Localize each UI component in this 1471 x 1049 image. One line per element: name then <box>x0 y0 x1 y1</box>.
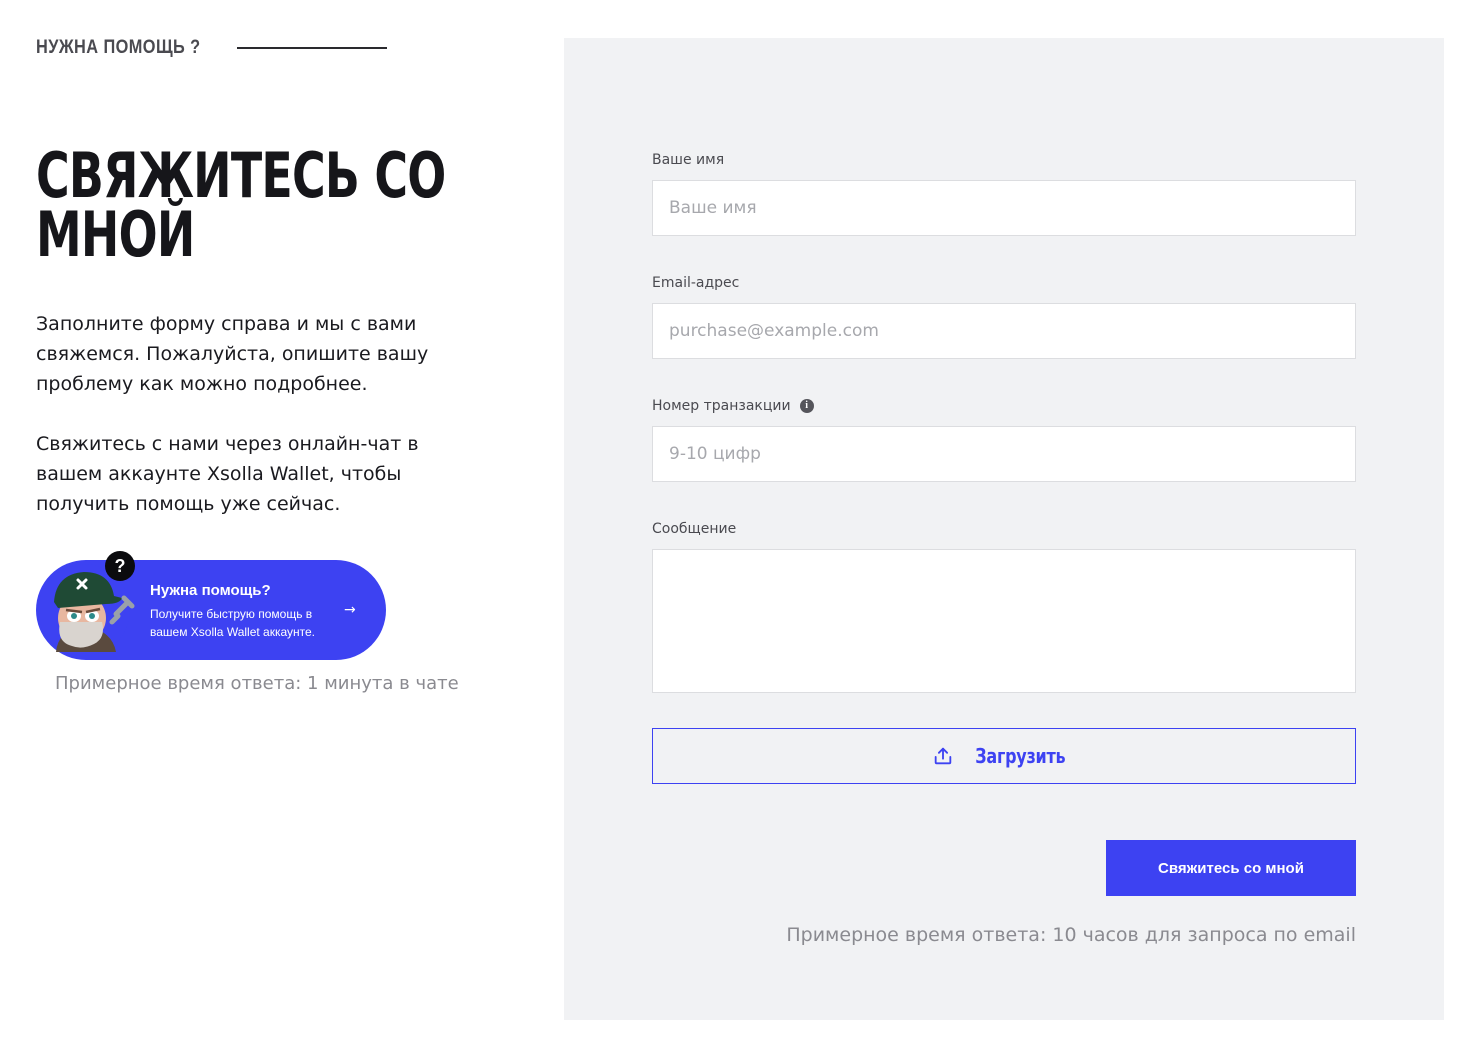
upload-icon <box>934 747 951 765</box>
email-label: Email-адрес <box>652 274 739 292</box>
help-badge-icon: ? <box>105 551 135 581</box>
message-label-text: Сообщение <box>652 521 737 537</box>
upload-button-label: Загрузить <box>974 744 1066 768</box>
name-label-text: Ваше имя <box>652 152 725 168</box>
email-input[interactable] <box>652 303 1356 359</box>
intro-text: Заполните форму справа и мы с вами свяже… <box>36 309 486 519</box>
email-response-time: Примерное время ответа: 10 часов для зап… <box>786 924 1356 946</box>
submit-contact-button[interactable]: Свяжитесь со мной <box>1106 840 1356 896</box>
live-chat-subtitle: Получите быструю помощь в вашем Xsolla W… <box>150 607 316 639</box>
live-chat-button[interactable]: ? Нужна помощь? Получите быструю помощь … <box>36 551 386 660</box>
help-eyebrow: НУЖНА ПОМОЩЬ ? <box>36 37 387 59</box>
intro-paragraph-form: Заполните форму справа и мы с вами свяже… <box>36 313 429 395</box>
eyebrow-text: НУЖНА ПОМОЩЬ ? <box>36 37 201 58</box>
eyebrow-divider <box>237 47 387 49</box>
info-icon[interactable]: i <box>799 399 814 413</box>
message-textarea[interactable] <box>652 549 1356 693</box>
intro-paragraph-chat: Свяжитесь с нами через онлайн-чат в ваше… <box>36 433 419 515</box>
contact-form-panel: Ваше имя Email-адрес Номер транзакции i … <box>564 38 1444 1020</box>
name-label: Ваше имя <box>652 151 724 169</box>
transaction-number-input[interactable] <box>652 426 1356 482</box>
chat-response-time: Примерное время ответа: 1 минута в чате <box>55 673 459 694</box>
transaction-label-text: Номер транзакции <box>652 398 791 414</box>
page-title: СВЯЖИТЕСЬ СО МНОЙ <box>36 139 446 271</box>
name-input[interactable] <box>652 180 1356 236</box>
message-label: Сообщение <box>652 520 736 538</box>
email-label-text: Email-адрес <box>652 275 740 291</box>
transaction-label: Номер транзакции i <box>652 397 814 415</box>
upload-button[interactable]: Загрузить <box>652 728 1356 784</box>
live-chat-title: Нужна помощь? <box>150 582 271 599</box>
arrow-right-icon: → <box>344 602 356 618</box>
live-chat-text: Нужна помощь? Получите быструю помощь в … <box>150 580 335 641</box>
